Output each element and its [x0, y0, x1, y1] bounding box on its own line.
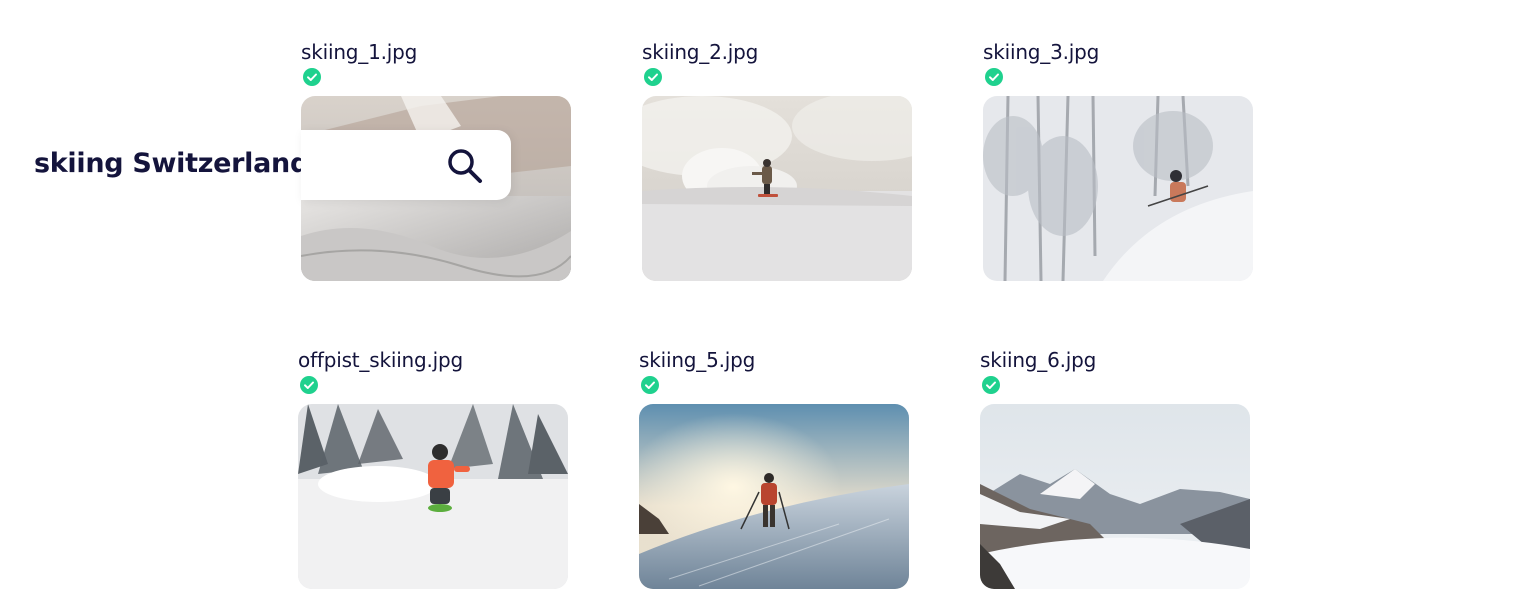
- image-result-card[interactable]: skiing_5.jpg: [639, 348, 909, 589]
- check-circle-icon: [982, 376, 1000, 394]
- search-box[interactable]: [301, 130, 511, 200]
- image-thumbnail[interactable]: [298, 404, 568, 589]
- image-result-card[interactable]: skiing_6.jpg: [980, 348, 1250, 589]
- image-filename: skiing_6.jpg: [980, 348, 1097, 372]
- check-circle-icon: [303, 68, 321, 86]
- image-filename: skiing_2.jpg: [642, 40, 759, 64]
- image-thumbnail[interactable]: [642, 96, 912, 281]
- check-circle-icon: [641, 376, 659, 394]
- image-filename: offpist_skiing.jpg: [298, 348, 464, 372]
- check-circle-icon: [985, 68, 1003, 86]
- search-icon[interactable]: [445, 146, 485, 186]
- image-thumbnail[interactable]: [639, 404, 909, 589]
- check-circle-icon: [300, 376, 318, 394]
- image-result-card[interactable]: offpist_skiing.jpg: [298, 348, 568, 589]
- image-filename: skiing_3.jpg: [983, 40, 1100, 64]
- image-result-card[interactable]: skiing_1.jpg: [301, 40, 571, 281]
- image-filename: skiing_1.jpg: [301, 40, 418, 64]
- image-filename: skiing_5.jpg: [639, 348, 756, 372]
- image-thumbnail[interactable]: [980, 404, 1250, 589]
- check-circle-icon: [644, 68, 662, 86]
- image-thumbnail[interactable]: [983, 96, 1253, 281]
- search-query-label: skiing Switzerland: [34, 148, 310, 179]
- image-result-card[interactable]: skiing_2.jpg: [642, 40, 912, 281]
- image-result-card[interactable]: skiing_3.jpg: [983, 40, 1253, 281]
